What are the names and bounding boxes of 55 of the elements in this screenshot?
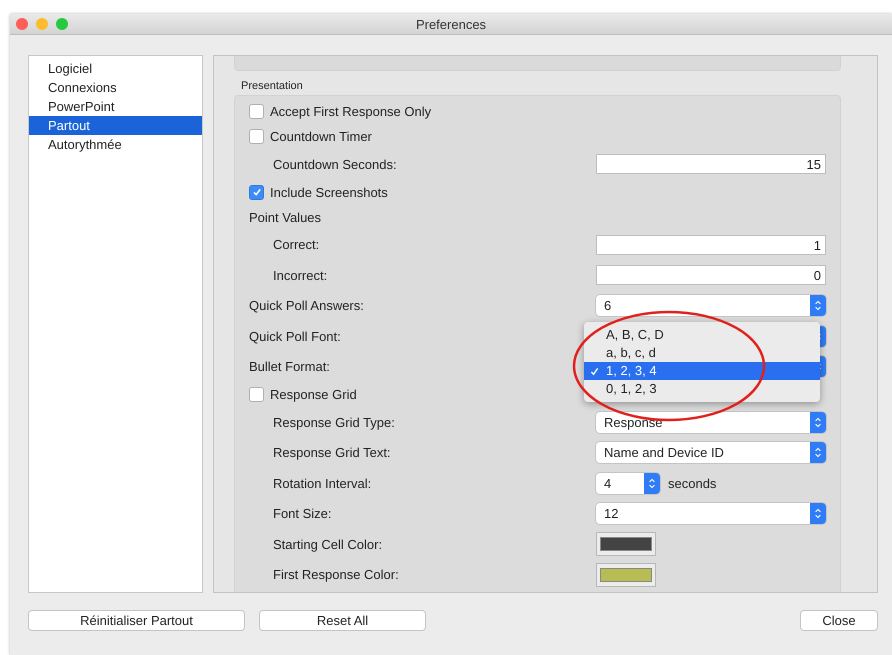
menu-item-label: A, B, C, D bbox=[606, 326, 664, 344]
checkbox-label[interactable]: Countdown Timer bbox=[270, 129, 372, 144]
sidebar-item[interactable]: PowerPoint bbox=[29, 97, 202, 116]
number-field[interactable]: 15 bbox=[596, 154, 826, 174]
color-well[interactable] bbox=[596, 562, 656, 587]
menu-item-label: a, b, c, d bbox=[606, 344, 656, 362]
minimize-window-icon[interactable] bbox=[36, 18, 48, 30]
field-label: Quick Poll Answers: bbox=[249, 298, 364, 314]
popup-button[interactable]: 4 bbox=[596, 472, 660, 494]
push-button[interactable]: Réinitialiser Partout bbox=[28, 610, 245, 631]
popup-button[interactable]: Response bbox=[596, 412, 826, 433]
checkbox[interactable] bbox=[249, 387, 264, 402]
number-field[interactable]: 1 bbox=[596, 234, 826, 255]
close-window-icon[interactable] bbox=[16, 18, 28, 30]
field-label: Response Grid Type: bbox=[273, 414, 395, 430]
sidebar-item[interactable]: Autorythmée bbox=[29, 135, 202, 154]
checkbox[interactable] bbox=[249, 104, 264, 119]
checkbox-label[interactable]: Response Grid bbox=[270, 387, 357, 402]
unit-label: seconds bbox=[668, 476, 716, 491]
field-label: Response Grid Text: bbox=[273, 445, 391, 460]
menu-item-label: 0, 1, 2, 3 bbox=[606, 380, 657, 398]
popup-button[interactable]: 12 bbox=[596, 503, 826, 524]
menu-item[interactable]: A, B, C, D bbox=[584, 326, 820, 344]
field-label: Starting Cell Color: bbox=[273, 536, 382, 552]
popup-button[interactable]: Name and Device ID bbox=[596, 442, 826, 464]
menu-item[interactable]: a, b, c, d bbox=[584, 344, 820, 362]
window-title: Preferences bbox=[414, 16, 488, 32]
push-button[interactable]: Reset All bbox=[259, 610, 426, 631]
menu-item[interactable]: 0, 1, 2, 3 bbox=[584, 380, 820, 398]
checkmark-icon bbox=[590, 366, 599, 376]
color-well[interactable] bbox=[596, 532, 656, 556]
sidebar-item[interactable]: Partout bbox=[29, 116, 202, 135]
checkbox-label[interactable]: Accept First Response Only bbox=[270, 104, 432, 119]
section-title: Presentation bbox=[241, 80, 304, 92]
checkbox-label[interactable]: Include Screenshots bbox=[270, 184, 388, 200]
checkmark-icon bbox=[252, 187, 262, 197]
field-label: Quick Poll Font: bbox=[249, 328, 341, 344]
menu-item[interactable]: 1, 2, 3, 4 bbox=[584, 362, 820, 380]
zoom-window-icon[interactable] bbox=[56, 18, 68, 30]
menu-item-label: 1, 2, 3, 4 bbox=[606, 362, 657, 380]
sidebar-item[interactable]: Logiciel bbox=[29, 59, 202, 78]
field-label: Font Size: bbox=[273, 506, 332, 522]
field-label: First Response Color: bbox=[273, 567, 399, 582]
popup-button[interactable]: 6 bbox=[596, 295, 826, 316]
field-label: Correct: bbox=[273, 237, 320, 252]
group-label: Point Values bbox=[249, 210, 322, 224]
field-label: Countdown Seconds: bbox=[273, 156, 397, 172]
checkbox[interactable] bbox=[249, 184, 264, 200]
field-label: Rotation Interval: bbox=[273, 476, 372, 491]
field-label: Incorrect: bbox=[273, 268, 328, 283]
checkbox[interactable] bbox=[249, 129, 264, 144]
push-button[interactable]: Close bbox=[800, 610, 878, 631]
sidebar-item[interactable]: Connexions bbox=[29, 78, 202, 97]
number-field[interactable]: 0 bbox=[596, 265, 826, 286]
field-label: Bullet Format: bbox=[249, 359, 330, 374]
